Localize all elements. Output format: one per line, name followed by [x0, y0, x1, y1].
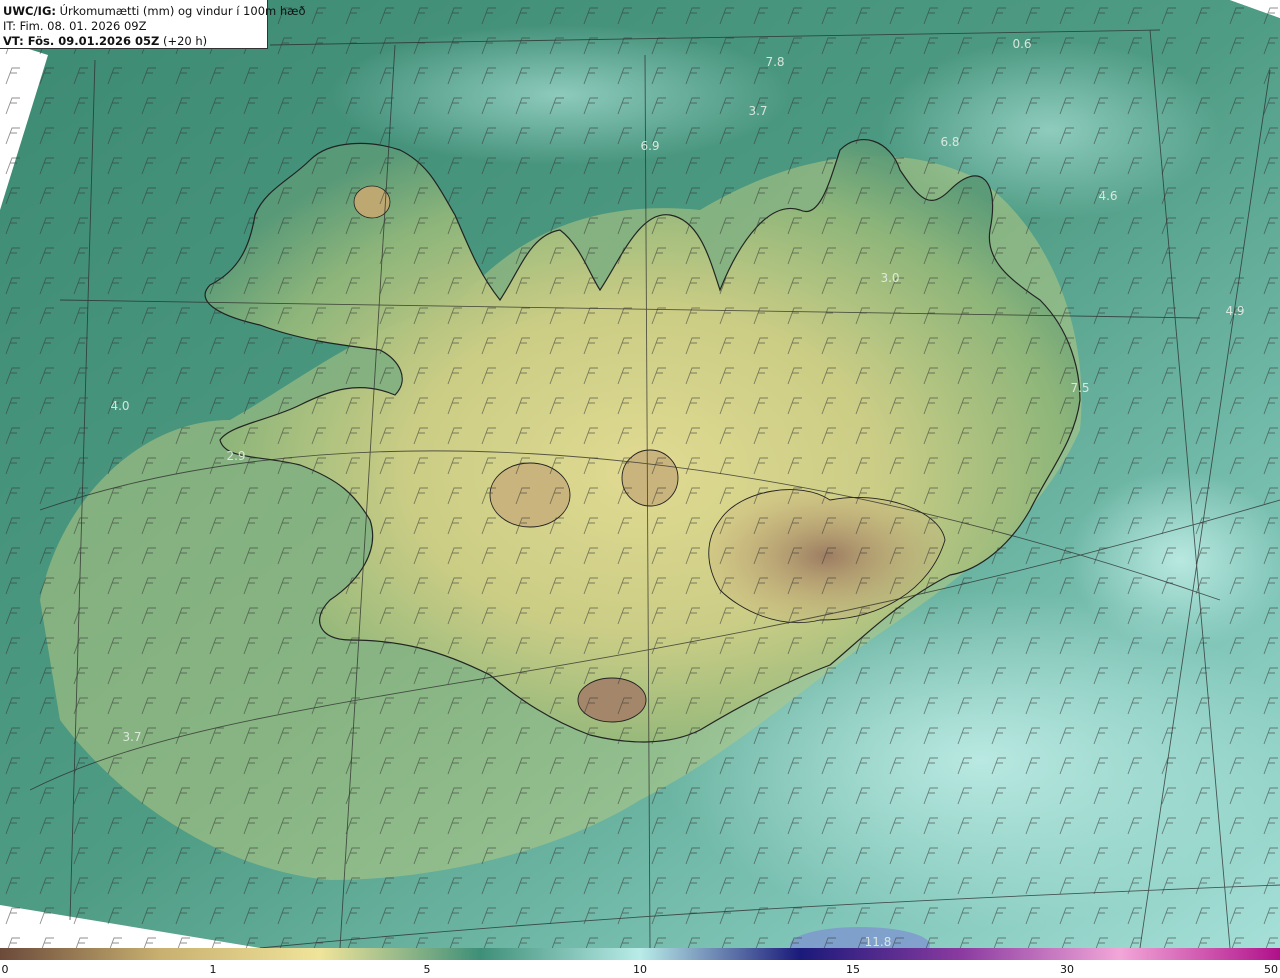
colorbar — [0, 948, 1280, 960]
colorbar-legend: 0 1 5 10 15 30 50 — [0, 948, 1280, 978]
colorbar-tick: 0 — [1, 963, 9, 976]
value-label: 4.0 — [110, 399, 129, 413]
value-label: 3.7 — [748, 104, 767, 118]
weather-map: 7.8 3.7 6.9 6.8 4.6 3.0 4.9 7.5 4.0 2.9 … — [0, 0, 1280, 963]
colorbar-tick: 30 — [1060, 963, 1074, 976]
value-label: 4.9 — [1225, 304, 1244, 318]
header-title-line: UWC/IG: Úrkomumætti (mm) og vindur í 100… — [3, 4, 306, 19]
value-label: 3.0 — [880, 271, 899, 285]
colorbar-tick: 50 — [1264, 963, 1278, 976]
value-label: 6.8 — [940, 135, 959, 149]
value-label: 11.8 — [865, 935, 892, 949]
value-label: 0.6 — [1012, 37, 1031, 51]
value-label: 6.9 — [640, 139, 659, 153]
colorbar-tick: 5 — [423, 963, 431, 976]
value-label: 3.7 — [122, 730, 141, 744]
colorbar-tick: 1 — [209, 963, 217, 976]
product-description: Úrkomumætti (mm) og vindur í 100m hæð — [59, 4, 306, 18]
value-label: 2.9 — [226, 449, 245, 463]
colorbar-tick: 15 — [846, 963, 860, 976]
value-label: 7.5 — [1070, 381, 1089, 395]
forecast-offset: (+20 h) — [162, 34, 208, 48]
value-label: 4.6 — [1098, 189, 1117, 203]
valid-time-line: VT: Fös. 09.01.2026 05Z (+20 h) — [3, 34, 267, 49]
model-name: UWC/IG: — [3, 4, 56, 18]
map-header: UWC/IG: Úrkomumætti (mm) og vindur í 100… — [0, 0, 306, 49]
colorbar-tick: 10 — [633, 963, 647, 976]
initial-time: IT: Fim. 08. 01. 2026 09Z — [3, 19, 147, 33]
valid-time: VT: Fös. 09.01.2026 05Z — [3, 34, 160, 48]
value-label: 7.8 — [765, 55, 784, 69]
